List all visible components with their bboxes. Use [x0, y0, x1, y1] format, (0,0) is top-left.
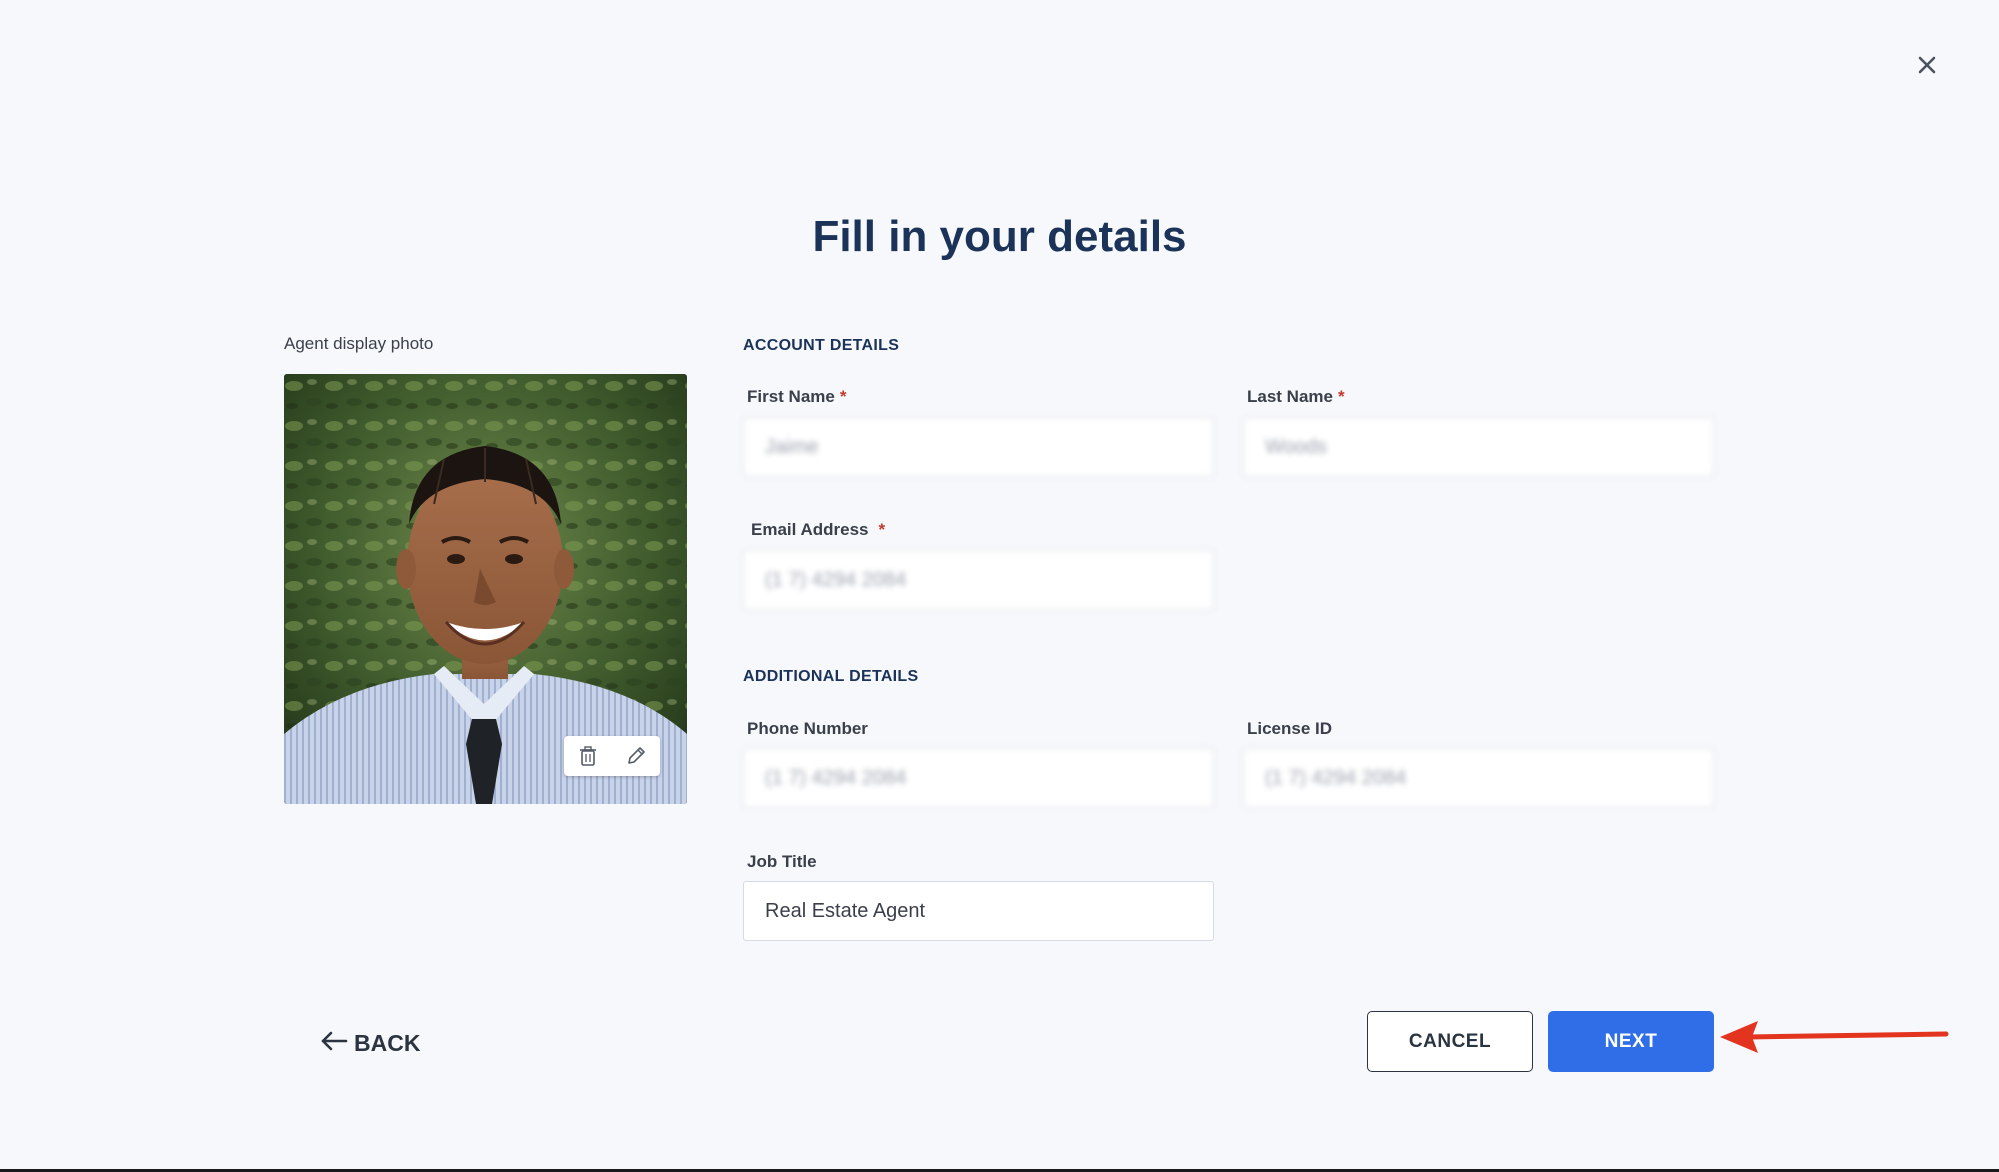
email-field[interactable] — [743, 550, 1214, 610]
pencil-icon[interactable] — [621, 741, 651, 771]
first-name-label: First Name * — [747, 387, 847, 406]
back-label: BACK — [354, 1030, 421, 1056]
job-title-label: Job Title — [747, 852, 817, 871]
photo-label: Agent display photo — [284, 334, 434, 353]
license-id-label: License ID — [1247, 719, 1333, 738]
annotation-arrow-icon — [1720, 1021, 1949, 1053]
trash-icon[interactable] — [573, 741, 603, 771]
license-id-field[interactable] — [1243, 748, 1714, 808]
required-mark: * — [839, 387, 847, 406]
phone-label: Phone Number — [747, 719, 868, 738]
required-mark: * — [878, 520, 886, 539]
first-name-field[interactable] — [743, 417, 1214, 477]
arrow-left-icon — [320, 1030, 348, 1057]
required-mark: * — [1337, 387, 1345, 406]
next-button[interactable]: NEXT — [1548, 1011, 1714, 1072]
back-button[interactable]: BACK — [320, 1030, 420, 1057]
photo-actions — [564, 736, 660, 776]
cancel-button[interactable]: CANCEL — [1367, 1011, 1533, 1072]
last-name-field[interactable] — [1243, 417, 1714, 477]
agent-photo — [284, 374, 687, 804]
email-label: Email Address * — [751, 520, 886, 539]
account-details-heading: ACCOUNT DETAILS — [743, 337, 900, 354]
job-title-field[interactable] — [743, 881, 1214, 941]
close-icon[interactable] — [1912, 50, 1942, 80]
page-title: Fill in your details — [812, 212, 1187, 261]
last-name-label: Last Name * — [1247, 387, 1345, 406]
phone-field[interactable] — [743, 748, 1214, 808]
additional-details-heading: ADDITIONAL DETAILS — [743, 668, 919, 685]
